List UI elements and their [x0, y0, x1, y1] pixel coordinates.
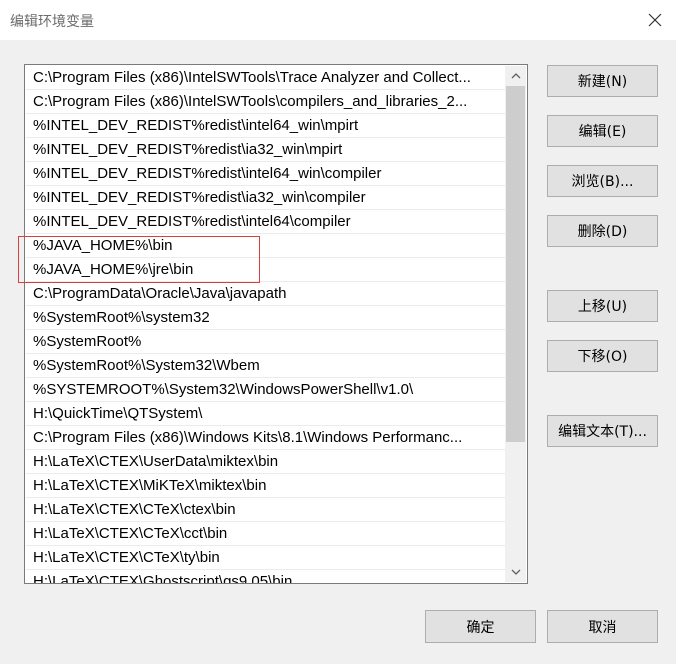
scroll-thumb[interactable]: [506, 86, 525, 442]
list-item[interactable]: C:\Program Files (x86)\IntelSWTools\Trac…: [26, 66, 506, 90]
list-item[interactable]: %INTEL_DEV_REDIST%redist\intel64\compile…: [26, 210, 506, 234]
list-item[interactable]: %SystemRoot%\system32: [26, 306, 506, 330]
new-button[interactable]: 新建(N): [547, 65, 658, 97]
list-item[interactable]: H:\LaTeX\CTEX\CTeX\cct\bin: [26, 522, 506, 546]
list-item[interactable]: %INTEL_DEV_REDIST%redist\intel64_win\mpi…: [26, 114, 506, 138]
close-icon: [648, 13, 662, 27]
browse-button[interactable]: 浏览(B)...: [547, 165, 658, 197]
list-item[interactable]: H:\LaTeX\CTEX\Ghostscript\gs9.05\bin: [26, 570, 506, 583]
scroll-down-button[interactable]: [505, 562, 526, 582]
list-item[interactable]: C:\ProgramData\Oracle\Java\javapath: [26, 282, 506, 306]
list-item[interactable]: H:\LaTeX\CTEX\UserData\miktex\bin: [26, 450, 506, 474]
vertical-scrollbar[interactable]: [505, 66, 526, 582]
move-down-button[interactable]: 下移(O): [547, 340, 658, 372]
close-button[interactable]: [640, 5, 670, 35]
chevron-down-icon: [511, 569, 520, 575]
list-item[interactable]: C:\Program Files (x86)\IntelSWTools\comp…: [26, 90, 506, 114]
edit-environment-variable-dialog: 编辑环境变量 C:\Program Files (x86)\IntelSWToo…: [0, 0, 676, 664]
ok-button[interactable]: 确定: [425, 610, 536, 643]
delete-button[interactable]: 删除(D): [547, 215, 658, 247]
scroll-up-button[interactable]: [505, 66, 526, 86]
list-item[interactable]: %SystemRoot%\System32\Wbem: [26, 354, 506, 378]
edit-button[interactable]: 编辑(E): [547, 115, 658, 147]
list-item[interactable]: %INTEL_DEV_REDIST%redist\ia32_win\compil…: [26, 186, 506, 210]
highlight-annotation-box: [18, 236, 260, 283]
move-up-button[interactable]: 上移(U): [547, 290, 658, 322]
list-item[interactable]: H:\LaTeX\CTEX\CTeX\ctex\bin: [26, 498, 506, 522]
list-item[interactable]: H:\LaTeX\CTEX\MiKTeX\miktex\bin: [26, 474, 506, 498]
list-item[interactable]: C:\Program Files (x86)\Windows Kits\8.1\…: [26, 426, 506, 450]
list-item[interactable]: H:\QuickTime\QTSystem\: [26, 402, 506, 426]
path-list[interactable]: C:\Program Files (x86)\IntelSWTools\Trac…: [24, 64, 528, 584]
chevron-up-icon: [511, 73, 520, 79]
edit-text-button[interactable]: 编辑文本(T)...: [547, 415, 658, 447]
window-title: 编辑环境变量: [10, 14, 94, 30]
list-item[interactable]: %INTEL_DEV_REDIST%redist\ia32_win\mpirt: [26, 138, 506, 162]
cancel-button[interactable]: 取消: [547, 610, 658, 643]
list-item[interactable]: H:\LaTeX\CTEX\CTeX\ty\bin: [26, 546, 506, 570]
list-item[interactable]: %SYSTEMROOT%\System32\WindowsPowerShell\…: [26, 378, 506, 402]
title-bar: 编辑环境变量: [0, 0, 676, 40]
list-item[interactable]: %INTEL_DEV_REDIST%redist\intel64_win\com…: [26, 162, 506, 186]
list-item[interactable]: %SystemRoot%: [26, 330, 506, 354]
